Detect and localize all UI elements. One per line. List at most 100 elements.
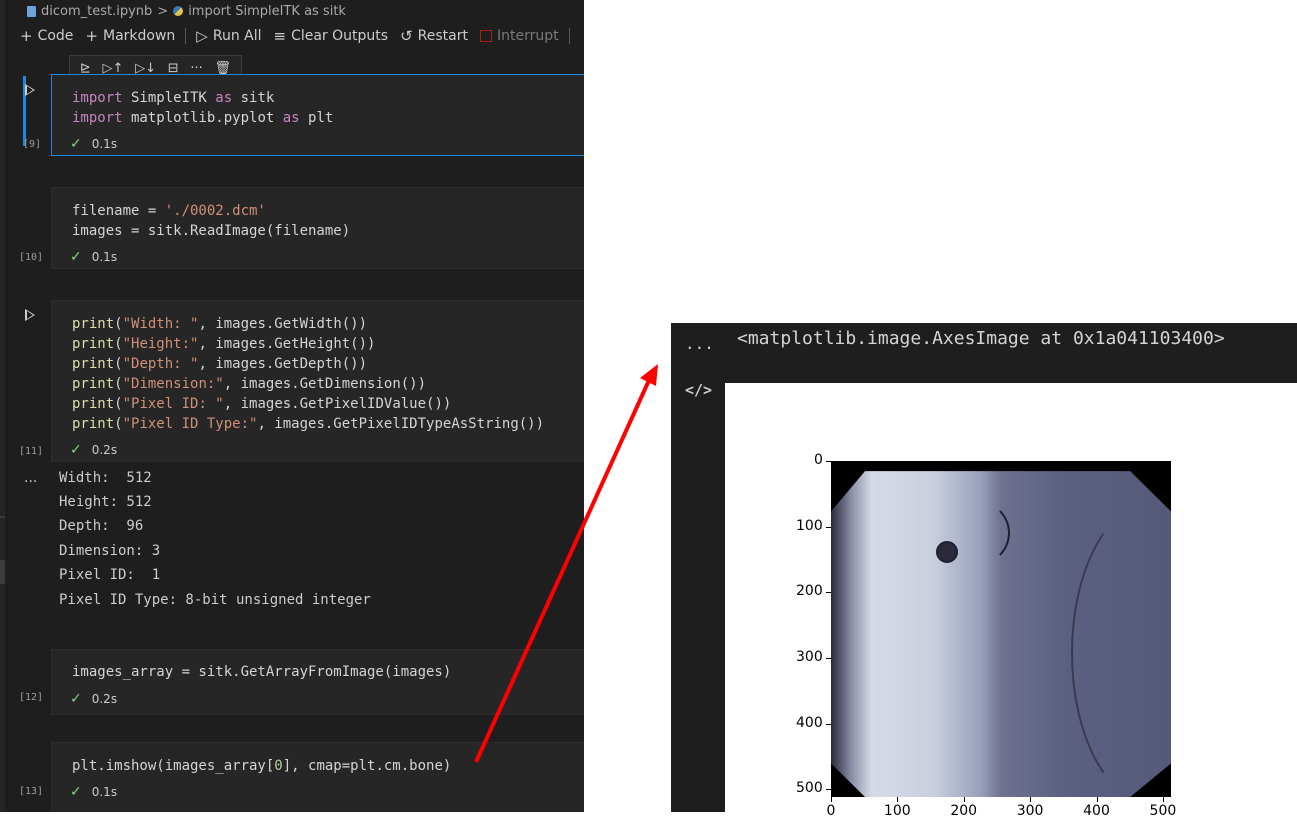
interrupt-label: Interrupt	[496, 28, 559, 44]
restart-icon: ↺	[400, 27, 413, 45]
code-token: print	[72, 396, 115, 412]
run-cell-button[interactable]	[25, 84, 35, 96]
code-token: print	[72, 316, 115, 332]
code-line: images = sitk.ReadImage(filename)	[72, 221, 350, 241]
code-token: import	[72, 110, 123, 126]
execution-count: [9]	[23, 139, 42, 150]
code-line: import SimpleITK as sitk	[72, 88, 274, 108]
x-tick-mark	[1030, 797, 1032, 802]
y-tick-mark	[826, 526, 831, 528]
y-tick-label: 0	[814, 452, 823, 468]
check-icon: ✓	[70, 442, 82, 458]
code-cell[interactable]: filename = './0002.dcm' images = sitk.Re…	[51, 187, 584, 269]
code-line: images_array = sitk.GetArrayFromImage(im…	[72, 662, 451, 682]
code-icon[interactable]: </>	[685, 381, 712, 399]
code-cell[interactable]: print("Width: ", images.GetWidth()) prin…	[51, 300, 584, 462]
code-token: , images.GetPixelIDValue())	[223, 396, 452, 412]
output-line: Height: 512	[59, 494, 152, 510]
toolbar-separator	[185, 28, 187, 44]
x-tick-mark	[897, 797, 899, 802]
code-token: print	[72, 336, 115, 352]
clear-all-icon: ≡	[273, 27, 287, 45]
x-tick-mark	[963, 797, 965, 802]
code-line: print("Depth: ", images.GetDepth())	[72, 354, 367, 374]
output-ellipsis[interactable]: ...	[685, 334, 714, 353]
code-token: (	[114, 316, 123, 332]
run-cell-button[interactable]	[25, 309, 35, 321]
x-tick-mark	[1163, 797, 1165, 802]
y-tick-mark	[826, 461, 831, 462]
execution-count: [12]	[19, 692, 44, 703]
x-tick-label: 300	[1016, 803, 1044, 819]
breadcrumb-file[interactable]: dicom_test.ipynb	[41, 4, 152, 19]
code-line: plt.imshow(images_array[0], cmap=plt.cm.…	[72, 756, 451, 776]
clear-outputs-button[interactable]: ≡ Clear Outputs	[268, 27, 395, 45]
check-icon: ✓	[70, 249, 82, 265]
add-code-label: Code	[37, 28, 74, 44]
add-markdown-button[interactable]: + Markdown	[79, 27, 181, 45]
breadcrumb-separator: >	[157, 3, 169, 19]
x-tick-label: 0	[826, 803, 836, 819]
x-tick-label: 400	[1083, 803, 1110, 819]
toolbar-separator	[568, 28, 570, 44]
plus-icon: +	[20, 27, 33, 45]
cell-status: ✓ 0.1s	[70, 136, 117, 152]
code-token: images_array = sitk.GetArrayFromImage(im…	[72, 664, 452, 680]
vessel-curve	[946, 501, 1010, 565]
image-axes	[831, 461, 1171, 797]
y-tick-mark	[826, 789, 831, 791]
output-line: Pixel ID: 1	[59, 567, 161, 583]
code-token: , images.GetDimension())	[223, 376, 427, 392]
code-token: , images.GetHeight())	[198, 336, 376, 352]
code-token: , images.GetPixelIDTypeAsString())	[257, 416, 545, 432]
code-token: images = sitk.ReadImage(filename)	[72, 223, 351, 239]
code-cell[interactable]: import SimpleITK as sitk import matplotl…	[51, 74, 584, 156]
interrupt-button[interactable]: Interrupt	[474, 28, 565, 44]
stop-icon	[479, 30, 492, 42]
cell-status: ✓ 0.2s	[70, 442, 117, 458]
output-ellipsis[interactable]: ...	[24, 470, 37, 486]
run-all-label: Run All	[212, 28, 262, 44]
code-cell[interactable]: plt.imshow(images_array[0], cmap=plt.cm.…	[51, 742, 584, 812]
add-code-button[interactable]: + Code	[14, 27, 79, 45]
code-line: print("Height:", images.GetHeight())	[72, 334, 375, 354]
code-token: , images.GetDepth())	[198, 356, 368, 372]
restart-button[interactable]: ↺ Restart	[394, 27, 474, 45]
code-token: matplotlib.pyplot	[122, 110, 283, 126]
edge-divider	[0, 516, 5, 518]
code-line: print("Pixel ID: ", images.GetPixelIDVal…	[72, 394, 451, 414]
run-all-button[interactable]: ▷ Run All	[190, 27, 267, 45]
run-all-icon: ▷	[196, 27, 208, 45]
breadcrumb: dicom_test.ipynb > import SimpleITK as s…	[27, 1, 346, 21]
execution-time: 0.1s	[91, 137, 118, 151]
code-token: 0	[274, 758, 283, 774]
code-token: as	[282, 110, 300, 126]
code-token: (	[114, 336, 123, 352]
execution-time: 0.1s	[91, 250, 118, 264]
plot-figure: 0 100 200 300 400 500 0 100 200 300 400 500	[725, 383, 1297, 819]
code-cell[interactable]: images_array = sitk.GetArrayFromImage(im…	[51, 649, 584, 715]
execution-count: [11]	[19, 446, 44, 457]
code-token: plt	[299, 110, 334, 126]
code-token: "Depth: "	[122, 356, 199, 372]
breadcrumb-cell[interactable]: import SimpleITK as sitk	[188, 4, 346, 19]
cell-status: ✓ 0.1s	[70, 784, 117, 800]
code-token: , images.GetWidth())	[198, 316, 368, 332]
restart-label: Restart	[417, 28, 468, 44]
code-token: print	[72, 356, 115, 372]
y-tick-label: 200	[796, 583, 823, 600]
activity-edge	[0, 0, 5, 812]
output-line: Dimension: 3	[59, 543, 161, 559]
cell-status: ✓ 0.1s	[70, 249, 117, 265]
code-token: print	[72, 416, 115, 432]
code-token: "Pixel ID: "	[122, 396, 224, 412]
arrow-head	[640, 364, 658, 386]
code-line: print("Width: ", images.GetWidth())	[72, 314, 367, 334]
code-token: filename =	[72, 203, 165, 219]
python-icon	[173, 6, 184, 16]
check-icon: ✓	[70, 691, 82, 707]
code-token: as	[215, 90, 233, 106]
output-line: Pixel ID Type: 8-bit unsigned integer	[59, 592, 371, 608]
code-token: SimpleITK	[122, 90, 216, 106]
y-tick-mark	[826, 657, 831, 659]
